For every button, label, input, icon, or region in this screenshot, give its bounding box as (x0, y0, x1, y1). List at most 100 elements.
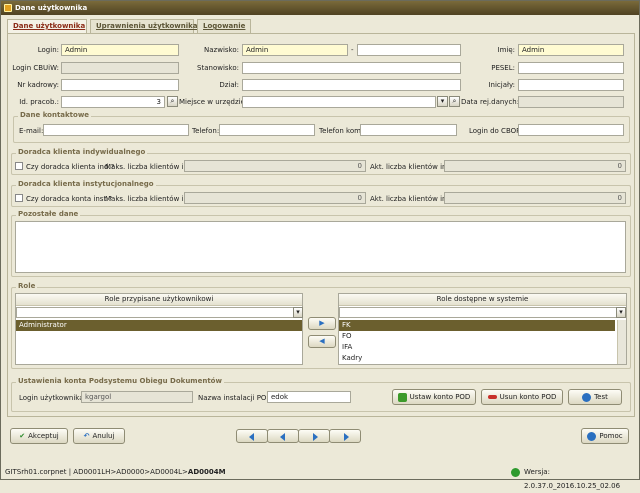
nr-kadrowy-field[interactable] (61, 79, 179, 91)
chevron-down-icon[interactable]: ▾ (437, 96, 448, 107)
stanowisko-field[interactable] (242, 62, 461, 74)
list-item[interactable]: Administrator (16, 320, 302, 331)
next-icon (313, 433, 318, 441)
title-bar: Dane użytkownika (1, 1, 639, 15)
doradca-inst-checkbox-label: Czy doradca konta inst.? (26, 195, 113, 203)
search-icon[interactable]: ⌕ (167, 96, 178, 107)
check-icon: ✔ (19, 432, 26, 440)
imie-field[interactable]: Admin (518, 44, 624, 56)
pod-login-label: Login użytkownika: (19, 394, 86, 402)
telefon-field[interactable] (219, 124, 315, 136)
login-field[interactable]: Admin (61, 44, 179, 56)
tab-uprawnienia[interactable]: Uprawnienia użytkownika (90, 19, 197, 33)
inicjaly-field[interactable] (518, 79, 624, 91)
nazwisko-label: Nazwisko: (204, 46, 239, 54)
search-icon[interactable]: ⌕ (449, 96, 460, 107)
assigned-roles-filter[interactable] (16, 307, 294, 318)
window: Dane użytkownika Dane użytkownika Uprawn… (0, 0, 640, 490)
inicjaly-label: Inicjały: (488, 81, 515, 89)
app-icon (4, 4, 12, 12)
tab-logowanie[interactable]: Logowanie (197, 19, 251, 33)
last-icon (344, 433, 349, 441)
chevron-down-icon[interactable]: ▾ (616, 307, 626, 318)
data-rej-field (518, 96, 624, 108)
help-icon (587, 431, 597, 441)
maks-ind-field: 0 (184, 160, 366, 172)
pesel-label: PESEL: (491, 64, 515, 72)
status-path-text: GITSrh01.corpnet | AD0001LH>AD0000>AD000… (5, 468, 188, 476)
doradca-ind-title: Doradca klienta indywidualnego (16, 148, 148, 156)
scrollbar[interactable] (617, 320, 626, 364)
available-roles-filter[interactable] (339, 307, 617, 318)
pomoc-button[interactable]: Pomoc (581, 428, 629, 444)
miejsce-label: Miejsce w urzędzie: (179, 98, 248, 106)
available-roles-list[interactable]: Role dostępne w systemie ▾ FK FO IFA Kad… (338, 293, 627, 365)
tab-dane-uzytkownika[interactable]: Dane użytkownika (7, 19, 87, 34)
test-button[interactable]: Test (568, 389, 622, 405)
data-rej-label: Data rej.danych: (461, 98, 520, 106)
nazwisko-field[interactable]: Admin (242, 44, 348, 56)
nr-kadrowy-label: Nr kadrowy: (17, 81, 59, 89)
pozostale-textarea[interactable] (15, 221, 626, 273)
last-record-button[interactable] (329, 429, 361, 443)
pesel-field[interactable] (518, 62, 624, 74)
minus-icon (487, 395, 497, 399)
maks-inst-field: 0 (184, 192, 366, 204)
telefon-label: Telefon: (192, 127, 220, 135)
miejsce-select[interactable] (242, 96, 436, 108)
login-cbop-field[interactable] (518, 124, 624, 136)
assigned-roles-list[interactable]: Role przypisane użytkownikowi ▾ Administ… (15, 293, 303, 365)
list-item[interactable]: Kadry (339, 353, 615, 364)
next-record-button[interactable] (298, 429, 330, 443)
nazwisko-separator: - (351, 46, 354, 54)
anuluj-label: Anuluj (92, 432, 115, 440)
first-record-button[interactable] (236, 429, 268, 443)
window-title: Dane użytkownika (15, 4, 88, 12)
list-item[interactable]: FO (339, 331, 615, 342)
dzial-label: Dział: (219, 81, 239, 89)
id-pracob-field[interactable]: 3 (61, 96, 165, 108)
status-bar: GITSrh01.corpnet | AD0001LH>AD0000>AD000… (1, 465, 639, 490)
usun-konto-pod-label: Usun konto POD (499, 393, 557, 401)
pod-instalacja-label: Nazwa instalacji POD: (198, 394, 275, 402)
remove-role-button[interactable]: ◀ (308, 335, 336, 348)
akt-inst-field: 0 (444, 192, 626, 204)
status-path: GITSrh01.corpnet | AD0001LH>AD0000>AD000… (5, 465, 226, 479)
undo-icon: ↶ (83, 432, 90, 440)
status-ok-icon (511, 468, 520, 477)
pozostale-title: Pozostałe dane (16, 210, 81, 218)
nazwisko2-field[interactable] (357, 44, 461, 56)
ustaw-konto-pod-button[interactable]: Ustaw konto POD (392, 389, 476, 405)
role-title: Role (16, 282, 38, 290)
assigned-roles-header: Role przypisane użytkownikowi (16, 294, 302, 306)
akceptuj-label: Akceptuj (28, 432, 59, 440)
test-label: Test (594, 393, 608, 401)
first-icon (249, 433, 254, 441)
dzial-field[interactable] (242, 79, 461, 91)
pod-instalacja-field[interactable]: edok (267, 391, 351, 403)
list-item[interactable]: FK (339, 320, 615, 331)
akceptuj-button[interactable]: ✔ Akceptuj (10, 428, 68, 444)
pod-login-field: kgargol (81, 391, 193, 403)
prev-record-button[interactable] (267, 429, 299, 443)
usun-konto-pod-button[interactable]: Usun konto POD (481, 389, 563, 405)
pomoc-label: Pomoc (599, 432, 623, 440)
chevron-down-icon[interactable]: ▾ (293, 307, 303, 318)
anuluj-button[interactable]: ↶ Anuluj (73, 428, 125, 444)
doradca-ind-checkbox[interactable] (15, 162, 23, 170)
pod-title: Ustawienia konta Podsystemu Obiegu Dokum… (16, 377, 224, 385)
imie-label: Imię: (497, 46, 516, 54)
prev-icon (280, 433, 285, 441)
add-role-button[interactable]: ▶ (308, 317, 336, 330)
list-item[interactable]: IFA (339, 342, 615, 353)
id-pracob-label: Id. pracob.: (19, 98, 59, 106)
ustaw-konto-pod-label: Ustaw konto POD (409, 393, 471, 401)
stanowisko-label: Stanowisko: (197, 64, 239, 72)
telefon-kom-field[interactable] (360, 124, 457, 136)
akt-ind-label: Akt. liczba klientów ind.: (370, 163, 456, 171)
email-field[interactable] (43, 124, 189, 136)
info-icon (582, 392, 592, 402)
doradca-inst-title: Doradca klienta instytucjonalnego (16, 180, 156, 188)
doradca-inst-checkbox[interactable] (15, 194, 23, 202)
login-cbuw-label: Login CBUiW: (12, 64, 59, 72)
